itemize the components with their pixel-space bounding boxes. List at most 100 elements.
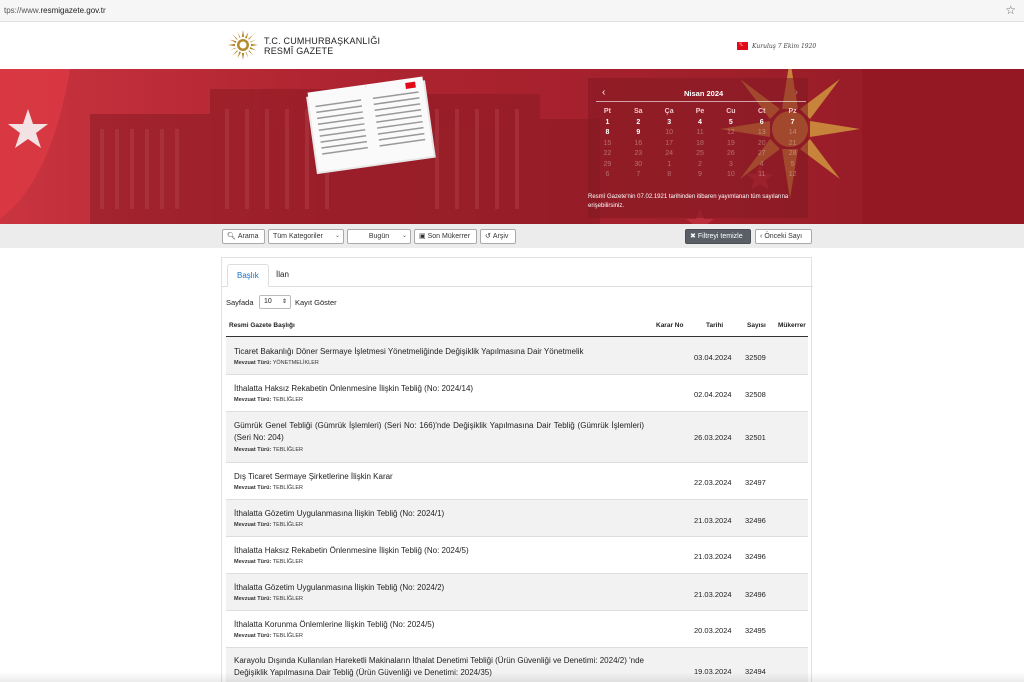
column-header-decision-no[interactable]: Karar No <box>656 322 683 336</box>
browser-address-bar[interactable]: tps://www.resmigazete.gov.tr ☆ <box>0 0 1024 22</box>
calendar-day: 14 <box>788 129 797 136</box>
date-select[interactable]: Bugün ⌄ <box>347 229 411 244</box>
calendar-day: 10 <box>726 171 735 178</box>
last-duplicate-button[interactable]: ▣ Son Mükerrer <box>414 229 477 244</box>
column-header-duplicate[interactable]: Mükerrer <box>778 322 806 336</box>
hero-banner <box>0 69 1024 224</box>
row-issue-number: 32496 <box>745 590 766 599</box>
weekday-label: Pt <box>603 108 611 115</box>
calendar-day[interactable]: 1 <box>592 119 623 130</box>
table-row[interactable]: İthalatta Haksız Rekabetin Önlenmesine İ… <box>226 537 808 574</box>
table-row[interactable]: İthalatta Gözetim Uygulanmasına İlişkin … <box>226 574 808 611</box>
calendar-day: 30 <box>634 160 643 168</box>
table-row[interactable]: İthalatta Gözetim Uygulanmasına İlişkin … <box>226 500 808 537</box>
table-row[interactable]: Ticaret Bakanlığı Döner Sermaye İşletmes… <box>226 337 808 375</box>
table-row[interactable]: İthalatta Korunma Önlemlerine İlişkin Te… <box>226 611 808 648</box>
page-length-control: Sayfada 10 ⇕ Kayıt Göster <box>226 295 337 309</box>
calendar-day[interactable]: 9 <box>623 129 654 140</box>
clear-filter-button[interactable]: ✖ Filtreyi temizle <box>685 229 751 244</box>
previous-issue-button[interactable]: ‹ Önceki Sayı <box>755 229 812 244</box>
row-type-value: TEBLİĞLER <box>272 447 303 453</box>
search-button[interactable]: 🔍︎ Arama <box>222 229 265 244</box>
results-panel: Başlık İlan Sayfada 10 ⇕ Kayıt Göster Res… <box>221 257 813 682</box>
row-type: Mevzuat Türü: TEBLİĞLER <box>234 596 303 602</box>
search-button-label: Arama <box>237 233 259 240</box>
row-type: Mevzuat Türü: TEBLİĞLER <box>234 559 303 565</box>
row-title[interactable]: İthalatta Gözetim Uygulanmasına İlişkin … <box>234 582 644 594</box>
page-length-select[interactable]: 10 ⇕ <box>259 295 291 309</box>
url-text[interactable]: tps://www.resmigazete.gov.tr <box>4 6 106 15</box>
row-title[interactable]: Dış Ticaret Sermaye Şirketlerine İlişkin… <box>234 471 644 483</box>
row-date: 20.03.2024 <box>694 626 732 635</box>
row-issue-number: 32495 <box>745 626 766 635</box>
calendar-day: 5 <box>790 160 795 168</box>
row-type-value: TEBLİĞLER <box>272 633 303 639</box>
chevron-down-icon: ⌄ <box>401 233 407 239</box>
row-title[interactable]: İthalatta Gözetim Uygulanmasına İlişkin … <box>234 508 644 520</box>
weekday-label: Ça <box>664 108 674 115</box>
calendar-day: 21 <box>788 139 797 147</box>
tab-ilan[interactable]: İlan <box>267 264 298 287</box>
row-type-value: TEBLİĞLER <box>272 485 303 491</box>
calendar-grid: Pt Sa Ça Pe Cu Ct Pz 1 2 3 4 5 6 7 8 9 1… <box>592 108 808 182</box>
calendar-day[interactable]: 4 <box>685 119 716 130</box>
row-type-value: TEBLİĞLER <box>272 596 303 602</box>
row-title[interactable]: İthalatta Haksız Rekabetin Önlenmesine İ… <box>234 383 644 395</box>
bookmark-star-icon[interactable]: ☆ <box>1005 3 1016 17</box>
row-title[interactable]: İthalatta Korunma Önlemlerine İlişkin Te… <box>234 619 644 631</box>
banner-edge <box>862 69 1024 224</box>
calendar-day: 12 <box>726 129 735 136</box>
table-row[interactable]: Gümrük Genel Tebliği (Gümrük İşlemleri) … <box>226 412 808 463</box>
row-title[interactable]: Gümrük Genel Tebliği (Gümrük İşlemleri) … <box>234 420 644 443</box>
calendar-day: 8 <box>667 171 672 178</box>
presidential-seal-icon[interactable] <box>228 30 258 60</box>
calendar-next-month-icon[interactable]: › <box>795 87 798 98</box>
row-type-label: Mevzuat Türü: <box>234 397 272 403</box>
column-header-date[interactable]: Tarihi <box>706 322 723 336</box>
row-type-value: TEBLİĞLER <box>272 522 303 528</box>
row-date: 02.04.2024 <box>694 390 732 399</box>
calendar-day[interactable]: 6 <box>746 119 777 130</box>
calendar-header: ‹ Nisan 2024 › <box>596 86 806 102</box>
date-select-value: Bugün <box>368 233 390 240</box>
calendar-day[interactable]: 3 <box>654 119 685 130</box>
calendar-day: 12 <box>788 171 797 178</box>
calendar-icon: ▣ <box>419 233 426 240</box>
column-header-issue[interactable]: Sayısı <box>747 322 766 336</box>
calendar-prev-month-icon[interactable]: ‹ <box>602 87 605 98</box>
row-date: 21.03.2024 <box>694 516 732 525</box>
tab-baslik[interactable]: Başlık <box>227 264 269 287</box>
row-type-label: Mevzuat Türü: <box>234 596 272 602</box>
row-type: Mevzuat Türü: TEBLİĞLER <box>234 447 303 453</box>
site-title-line1: T.C. CUMHURBAŞKANLIĞI <box>264 36 381 46</box>
calendar-day: 10 <box>665 129 674 136</box>
calendar-day: 26 <box>726 150 735 157</box>
calendar-day[interactable]: 7 <box>777 119 808 130</box>
row-issue-number: 32496 <box>745 516 766 525</box>
site-title[interactable]: T.C. CUMHURBAŞKANLIĞI RESMÎ GAZETE <box>264 36 380 56</box>
calendar-day: 15 <box>603 139 612 147</box>
calendar-day: 6 <box>605 171 610 178</box>
calendar-day: 13 <box>757 129 766 136</box>
table-row[interactable]: İthalatta Haksız Rekabetin Önlenmesine İ… <box>226 375 808 412</box>
calendar-day[interactable]: 5 <box>715 119 746 130</box>
calendar-day: 18 <box>696 139 704 147</box>
page-length-suffix: Kayıt Göster <box>295 298 337 307</box>
chevron-left-icon: ‹ <box>760 233 763 240</box>
category-select[interactable]: Tüm Kategoriler ⌄ <box>268 229 344 244</box>
calendar-day: 4 <box>759 160 764 168</box>
weekday-label: Ct <box>758 108 766 115</box>
turkish-flag-icon <box>737 39 748 50</box>
calendar-day[interactable]: 8 <box>592 129 623 140</box>
archive-button[interactable]: ↺ Arşiv <box>480 229 516 244</box>
calendar-day: 20 <box>757 139 766 147</box>
close-icon: ✖ <box>690 233 696 240</box>
row-title[interactable]: İthalatta Haksız Rekabetin Önlenmesine İ… <box>234 545 644 557</box>
column-header-title[interactable]: Resmi Gazete Başlığı <box>229 322 295 336</box>
weekday-label: Cu <box>726 108 736 115</box>
row-title[interactable]: Ticaret Bakanlığı Döner Sermaye İşletmes… <box>234 346 644 358</box>
calendar-day[interactable]: 2 <box>623 119 654 130</box>
table-row[interactable]: Dış Ticaret Sermaye Şirketlerine İlişkin… <box>226 463 808 500</box>
calendar-month-label[interactable]: Nisan 2024 <box>684 89 723 98</box>
weekday-label: Pe <box>695 108 705 115</box>
